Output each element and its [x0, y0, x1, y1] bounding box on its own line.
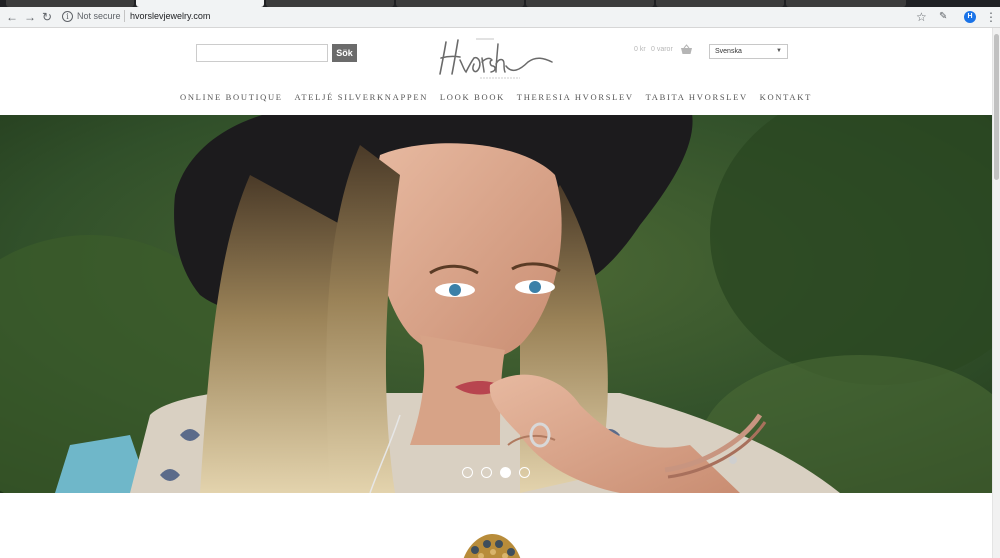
- nav-theresia-hvorslev[interactable]: THERESIA HVORSLEV: [517, 92, 634, 104]
- browser-tab[interactable]: [656, 0, 784, 7]
- product-jewelry-image[interactable]: [459, 530, 525, 558]
- security-label: Not secure: [77, 11, 121, 21]
- basket-icon[interactable]: [680, 44, 693, 55]
- bookmark-star-icon[interactable]: ☆: [916, 10, 927, 24]
- hero-slider[interactable]: [0, 115, 992, 493]
- forward-icon[interactable]: →: [23, 10, 37, 24]
- browser-tab[interactable]: [6, 0, 134, 7]
- web-page: Sök 0 kr 0 varor Svenska ▼ ONLINE BOUTIQ…: [0, 28, 992, 558]
- slider-dots: [462, 467, 532, 479]
- main-navigation: ONLINE BOUTIQUE ATELJÉ SILVERKNAPPEN LOO…: [180, 92, 812, 104]
- browser-tab[interactable]: [786, 0, 906, 7]
- slide-dot-1[interactable]: [462, 467, 473, 478]
- slide-dot-4[interactable]: [519, 467, 530, 478]
- browser-tab[interactable]: [526, 0, 654, 7]
- browser-tab-active[interactable]: [136, 0, 264, 7]
- hvorslev-logo[interactable]: [436, 36, 558, 82]
- nav-online-boutique[interactable]: ONLINE BOUTIQUE: [180, 92, 283, 104]
- profile-avatar[interactable]: H: [964, 11, 976, 23]
- browser-tabstrip: [0, 0, 1000, 7]
- logo-script-icon: [439, 38, 553, 79]
- back-icon[interactable]: ←: [5, 10, 19, 24]
- url-divider: [124, 10, 125, 22]
- browser-toolbar: ← → ↻ i Not secure hvorslevjewelry.com ☆…: [0, 7, 1000, 28]
- search-input[interactable]: [196, 44, 328, 62]
- browser-tab[interactable]: [396, 0, 524, 7]
- search-button[interactable]: Sök: [332, 44, 357, 62]
- slide-dot-3-active[interactable]: [500, 467, 511, 478]
- address-bar[interactable]: i Not secure hvorslevjewelry.com: [60, 9, 890, 25]
- language-value: Svenska: [715, 48, 742, 55]
- scrollbar-thumb[interactable]: [994, 34, 999, 180]
- dropdown-arrow-icon: ▼: [776, 48, 782, 54]
- extension-icon[interactable]: ✎: [939, 11, 951, 23]
- hero-photo-woman-with-hat: [0, 115, 992, 493]
- nav-look-book[interactable]: LOOK BOOK: [440, 92, 505, 104]
- reload-icon[interactable]: ↻: [40, 10, 54, 24]
- cart-total[interactable]: 0 kr: [634, 46, 646, 53]
- nav-kontakt[interactable]: KONTAKT: [760, 92, 812, 104]
- language-select[interactable]: Svenska ▼: [709, 44, 788, 59]
- cart-count[interactable]: 0 varor: [651, 46, 673, 53]
- browser-menu-icon[interactable]: ⋮: [985, 10, 997, 24]
- nav-tabita-hvorslev[interactable]: TABITA HVORSLEV: [646, 92, 748, 104]
- slide-dot-2[interactable]: [481, 467, 492, 478]
- nav-atelje-silverknappen[interactable]: ATELJÉ SILVERKNAPPEN: [295, 92, 429, 104]
- url-text[interactable]: hvorslevjewelry.com: [130, 11, 210, 21]
- browser-tab[interactable]: [266, 0, 394, 7]
- page-scrollbar[interactable]: [992, 28, 1000, 558]
- info-icon[interactable]: i: [62, 11, 73, 22]
